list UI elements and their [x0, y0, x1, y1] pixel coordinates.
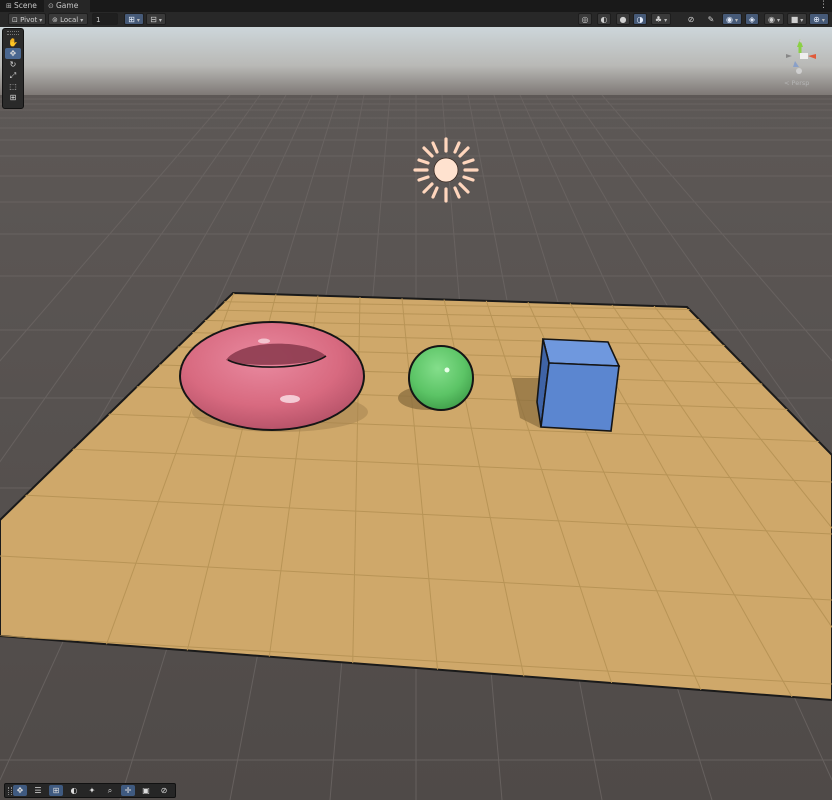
- shaded-icon: ●: [619, 15, 627, 24]
- layers-icon: ☰: [34, 786, 42, 795]
- snap-increment-button[interactable]: ⊟ ▾: [146, 13, 166, 25]
- overlay-display-button[interactable]: ▣: [139, 785, 153, 796]
- display-icon: ▣: [142, 786, 150, 795]
- drag-handle[interactable]: [7, 31, 19, 35]
- shaded-button[interactable]: ●: [616, 13, 630, 25]
- space-label: Local: [60, 16, 79, 24]
- fx-icon: ✎: [707, 15, 715, 24]
- navigation-icon: ⊘: [160, 786, 168, 795]
- lighting-button[interactable]: ♣ ▾: [651, 13, 671, 25]
- grid-icon: ⊞: [6, 2, 12, 10]
- tool-palette: ✋ ✥ ↻ ⤢ ⬚ ⊞: [2, 28, 24, 109]
- zoom-icon: ⌕: [107, 786, 113, 795]
- scene-toolbar: ⊡ Pivot ▾ ⊚ Local ▾ 1 ⊞ ▾ ⊟ ▾ ◎ ◐ ● ◑ ♣ ▾ ⊘ ✎…: [0, 12, 832, 28]
- overlay-move-button[interactable]: ✥: [13, 785, 27, 796]
- overlay-circle-button[interactable]: ◐: [67, 785, 81, 796]
- overlay-grid-button[interactable]: ⊞: [49, 785, 63, 796]
- visibility-button[interactable]: ◉ ▾: [722, 13, 742, 25]
- rect-tool-button[interactable]: ⬚: [5, 81, 21, 92]
- grid-icon: ⊞: [128, 15, 135, 24]
- rect-icon: ⬚: [9, 82, 17, 91]
- snap-icon: ⊟: [150, 15, 157, 24]
- gizmos-icon: ⊕: [813, 15, 820, 24]
- fx-button[interactable]: ✎: [704, 13, 718, 25]
- scene-view-toggle-button[interactable]: ◉ ▾: [764, 13, 784, 25]
- tab-scene-label: Scene: [14, 1, 37, 10]
- grid-icon: ⊞: [52, 786, 60, 795]
- audio-icon: ⊘: [687, 15, 695, 24]
- overlay-transform-button[interactable]: ✛: [121, 785, 135, 796]
- transform-icon: ✛: [124, 786, 132, 795]
- torus[interactable]: [179, 321, 368, 432]
- chevron-down-icon: ▾: [821, 17, 825, 24]
- hidden-objects-button[interactable]: ◈: [745, 13, 759, 25]
- pivot-dropdown[interactable]: ⊡ Pivot ▾: [8, 13, 46, 25]
- overlay-layers-button[interactable]: ☰: [31, 785, 45, 796]
- hand-icon: ✋: [8, 38, 18, 47]
- axis-gizmo-icon: [786, 39, 816, 74]
- pivot-label: Pivot: [20, 16, 38, 24]
- lights-icon: ✦: [88, 786, 96, 795]
- gamepad-icon: ⊙: [48, 2, 54, 10]
- rotate-tool-button[interactable]: ↻: [5, 59, 21, 70]
- hidden-objects-icon: ◈: [748, 15, 756, 24]
- wireframe-button[interactable]: ◑: [633, 13, 647, 25]
- eye-icon: ◉: [768, 15, 775, 24]
- chevron-down-icon: ▾: [800, 17, 804, 24]
- gizmos-button[interactable]: ⊕ ▾: [809, 13, 829, 25]
- chevron-down-icon: ▾: [664, 17, 668, 24]
- directional-light-icon[interactable]: [413, 137, 479, 203]
- local-space-icon: ⊚: [52, 16, 58, 24]
- chevron-down-icon: ▾: [39, 17, 43, 24]
- chevron-down-icon: ▾: [776, 17, 780, 24]
- chevron-down-icon: ▾: [158, 17, 162, 24]
- audio-button[interactable]: ⊘: [684, 13, 698, 25]
- move-icon: ✥: [16, 786, 24, 795]
- transform-icon: ⊞: [9, 93, 17, 102]
- visibility-icon: ◉: [726, 15, 733, 24]
- lighting-icon: ♣: [654, 15, 663, 24]
- overlay-navigation-button[interactable]: ⊘: [157, 785, 171, 796]
- drag-handle[interactable]: [8, 787, 12, 795]
- overlay-lights-button[interactable]: ✦: [85, 785, 99, 796]
- wireframe-icon: ◑: [636, 15, 644, 24]
- overlay-toolbar: ✥ ☰ ⊞ ◐ ✦ ⌕ ✛ ▣ ⊘: [4, 783, 176, 798]
- pivot-icon: ⊡: [12, 16, 18, 24]
- scene-gizmo[interactable]: < Persp: [778, 33, 822, 89]
- projection-label[interactable]: < Persp: [784, 79, 809, 87]
- sky: [0, 27, 832, 97]
- chevron-down-icon: ▾: [136, 17, 140, 24]
- draw-mode-button[interactable]: ◐: [597, 13, 611, 25]
- hand-tool-button[interactable]: ✋: [5, 37, 21, 48]
- tab-game-label: Game: [56, 1, 79, 10]
- orientation-button[interactable]: ◎: [578, 13, 592, 25]
- grid-visibility-button[interactable]: ⊞ ▾: [124, 13, 144, 25]
- chevron-down-icon: ▾: [734, 17, 738, 24]
- scene-viewport[interactable]: < Persp: [0, 27, 832, 800]
- tab-game[interactable]: ⊙ Game: [44, 0, 90, 12]
- rotate-icon: ↻: [9, 60, 17, 69]
- grid-snap-value: 1: [96, 16, 101, 24]
- space-dropdown[interactable]: ⊚ Local ▾: [48, 13, 88, 25]
- overlay-zoom-button[interactable]: ⌕: [103, 785, 117, 796]
- grid-snap-field[interactable]: 1: [92, 13, 118, 25]
- transform-tool-button[interactable]: ⊞: [5, 92, 21, 103]
- scale-icon: ⤢: [9, 71, 17, 80]
- tab-scene[interactable]: ⊞ Scene: [2, 0, 46, 12]
- move-tool-button[interactable]: ✥: [5, 48, 21, 59]
- scene-canvas: [0, 27, 832, 800]
- move-icon: ✥: [9, 49, 17, 58]
- camera-button[interactable]: ■ ▾: [787, 13, 807, 25]
- camera-icon: ■: [790, 15, 799, 24]
- circle-icon: ◐: [70, 786, 78, 795]
- draw-mode-icon: ◐: [600, 15, 608, 24]
- scale-tool-button[interactable]: ⤢: [5, 70, 21, 81]
- more-options-icon[interactable]: ⋮: [819, 0, 828, 12]
- orientation-icon: ◎: [581, 15, 589, 24]
- chevron-down-icon: ▾: [80, 17, 84, 24]
